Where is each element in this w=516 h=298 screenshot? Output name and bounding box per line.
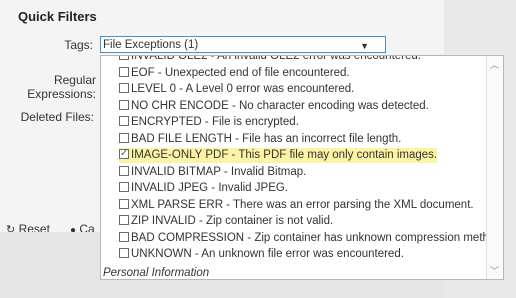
dropdown-option[interactable]: LEVEL 0 - A Level 0 error was encountere… xyxy=(119,82,354,97)
chevron-down-icon[interactable]: ﹀ xyxy=(490,264,499,277)
option-checkbox[interactable] xyxy=(119,99,129,110)
regex-label-line2: Expressions: xyxy=(27,87,96,101)
option-label: ENCRYPTED - File is encrypted. xyxy=(131,116,299,128)
option-label: BAD FILE LENGTH - File has an incorrect … xyxy=(131,132,402,145)
option-label: ZIP INVALID - Zip container is not valid… xyxy=(131,215,334,227)
option-label: XML PARSE ERR - There was an error parsi… xyxy=(131,198,474,211)
option-checkbox[interactable] xyxy=(119,66,129,77)
option-checkbox[interactable] xyxy=(119,116,129,126)
dropdown-option[interactable]: NO CHR ENCODE - No character encoding wa… xyxy=(119,99,429,114)
regex-label-line1: Regular xyxy=(53,73,96,87)
option-label: INVALID JPEG - Invalid JPEG. xyxy=(131,182,289,194)
dropdown-option[interactable]: INVALID JPEG - Invalid JPEG. xyxy=(119,181,288,196)
tags-dropdown-list[interactable]: INVALID OLE2 - An invalid OLE2 error was… xyxy=(100,55,504,280)
option-checkbox[interactable] xyxy=(119,198,129,209)
group-label-personal-information: Personal Information xyxy=(103,267,210,279)
option-label: IMAGE-ONLY PDF - This PDF file may only … xyxy=(131,149,438,161)
dropdown-scrollbar[interactable]: ︿ ﹀ xyxy=(486,56,503,279)
dropdown-option[interactable]: XML PARSE ERR - There was an error parsi… xyxy=(119,198,474,213)
dropdown-option[interactable]: EOF - Unexpected end of file encountered… xyxy=(119,66,350,81)
option-checkbox[interactable] xyxy=(119,132,129,143)
dropdown-option[interactable]: INVALID BITMAP - Invalid Bitmap. xyxy=(119,165,306,180)
panel-title: Quick Filters xyxy=(18,9,97,24)
option-label: BAD COMPRESSION - Zip container has unkn… xyxy=(131,231,504,244)
tags-label: Tags: xyxy=(64,38,93,52)
dropdown-option[interactable]: IMAGE-ONLY PDF - This PDF file may only … xyxy=(119,146,438,163)
option-checkbox[interactable] xyxy=(119,56,129,60)
dropdown-option[interactable]: BAD COMPRESSION - Zip container has unkn… xyxy=(119,231,504,246)
option-checkbox[interactable] xyxy=(119,182,129,192)
dropdown-option[interactable]: ENCRYPTED - File is encrypted. xyxy=(119,115,299,130)
option-label: UNKNOWN - An unknown file error was enco… xyxy=(131,248,404,260)
option-label: NO CHR ENCODE - No character encoding wa… xyxy=(131,99,429,112)
chevron-up-icon[interactable]: ︿ xyxy=(490,58,499,71)
option-checkbox[interactable] xyxy=(119,248,129,258)
option-checkbox[interactable] xyxy=(119,215,129,225)
deleted-files-label: Deleted Files: xyxy=(20,110,94,124)
dropdown-option[interactable]: INVALID OLE2 - An invalid OLE2 error was… xyxy=(119,55,421,64)
tags-select-value: File Exceptions (1) xyxy=(103,39,199,51)
option-label: INVALID BITMAP - Invalid Bitmap. xyxy=(131,165,307,178)
option-checkbox[interactable] xyxy=(119,146,129,161)
dropdown-option[interactable]: BAD FILE LENGTH - File has an incorrect … xyxy=(119,132,401,147)
option-label: INVALID OLE2 - An invalid OLE2 error was… xyxy=(131,55,421,62)
option-checkbox[interactable] xyxy=(119,83,129,93)
dropdown-option[interactable]: UNKNOWN - An unknown file error was enco… xyxy=(119,247,404,262)
tags-select[interactable]: File Exceptions (1) ▼ xyxy=(100,36,386,53)
option-checkbox[interactable] xyxy=(119,231,129,242)
dropdown-option[interactable]: ZIP INVALID - Zip container is not valid… xyxy=(119,214,333,229)
chevron-down-icon[interactable]: ▼ xyxy=(360,38,369,55)
option-checkbox[interactable] xyxy=(119,165,129,176)
option-label: LEVEL 0 - A Level 0 error was encountere… xyxy=(131,83,355,95)
option-label: EOF - Unexpected end of file encountered… xyxy=(131,66,350,79)
